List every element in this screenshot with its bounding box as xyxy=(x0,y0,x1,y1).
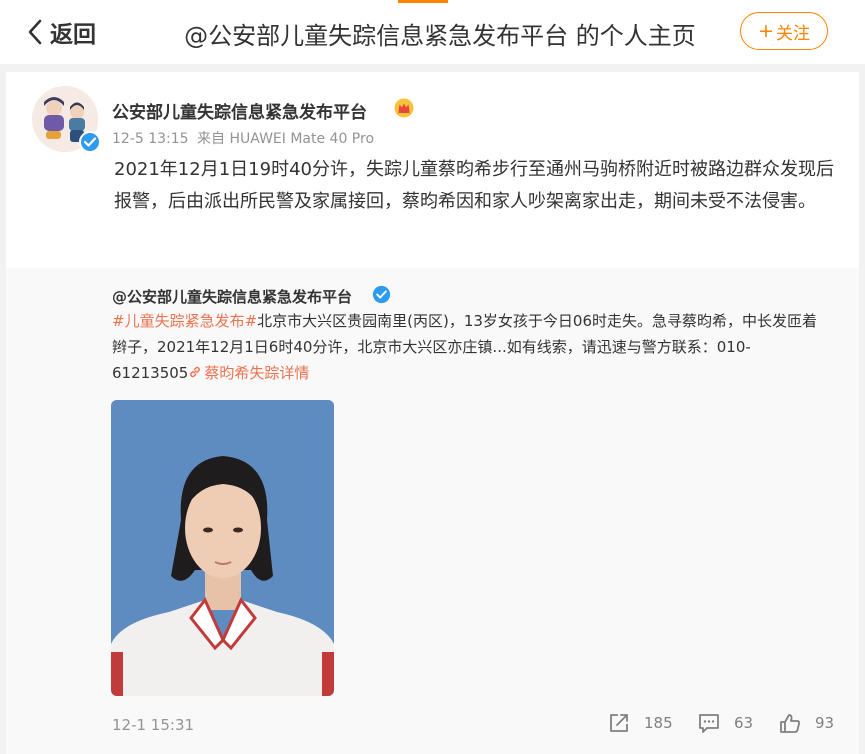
tab-indicator xyxy=(398,0,448,3)
post-author[interactable]: 公安部儿童失踪信息紧急发布平台 xyxy=(112,98,367,123)
follow-button[interactable]: + 关注 xyxy=(740,12,828,50)
back-label: 返回 xyxy=(50,22,96,48)
verified-badge-icon xyxy=(79,131,101,153)
comment-icon xyxy=(699,714,719,733)
top-bar: 返回 @公安部儿童失踪信息紧急发布平台 的个人主页 + 关注 xyxy=(0,0,865,64)
follow-label: 关注 xyxy=(775,23,810,44)
like-button[interactable]: 93 xyxy=(779,712,834,734)
post-source: 来自 HUAWEI Mate 40 Pro xyxy=(197,131,375,147)
hashtag-link[interactable]: #儿童失踪紧急发布# xyxy=(112,312,257,330)
verified-badge-icon xyxy=(372,285,391,304)
share-button[interactable]: 185 xyxy=(608,712,673,734)
post-text: 2021年12月1日19时40分许，失踪儿童蔡昀希步行至通州马驹桥附近时被路边群… xyxy=(114,159,834,212)
back-button[interactable]: 返回 xyxy=(26,16,96,48)
comment-button[interactable]: 63 xyxy=(698,712,753,734)
link-icon xyxy=(190,366,201,378)
chevron-left-icon xyxy=(28,19,42,45)
repost-author[interactable]: @公安部儿童失踪信息紧急发布平台 xyxy=(112,286,352,307)
page-title: @公安部儿童失踪信息紧急发布平台 的个人主页 xyxy=(184,22,696,50)
detail-link-label: 蔡昀希失踪详情 xyxy=(204,364,310,382)
share-icon xyxy=(610,714,628,732)
post-time[interactable]: 12-5 13:15 xyxy=(112,131,189,147)
plus-icon: + xyxy=(758,20,774,42)
repost-text: #儿童失踪紧急发布#北京市大兴区贵园南里(丙区)，13岁女孩于今日06时走失。急… xyxy=(112,308,824,386)
share-count: 185 xyxy=(644,714,673,732)
post-card: 公安部儿童失踪信息紧急发布平台 12-5 13:15 来自 HUAWEI Mat… xyxy=(6,72,859,268)
crown-icon xyxy=(394,98,414,118)
like-icon xyxy=(780,714,800,733)
repost-time[interactable]: 12-1 15:31 xyxy=(112,716,194,734)
post-meta: 12-5 13:15 来自 HUAWEI Mate 40 Pro xyxy=(112,128,378,148)
detail-link[interactable]: 蔡昀希失踪详情 xyxy=(188,364,309,382)
comment-count: 63 xyxy=(734,714,754,732)
like-count: 93 xyxy=(815,714,835,732)
repost-card: @公安部儿童失踪信息紧急发布平台 #儿童失踪紧急发布#北京市大兴区贵园南里(丙区… xyxy=(6,268,859,754)
missing-child-photo[interactable] xyxy=(111,400,334,696)
